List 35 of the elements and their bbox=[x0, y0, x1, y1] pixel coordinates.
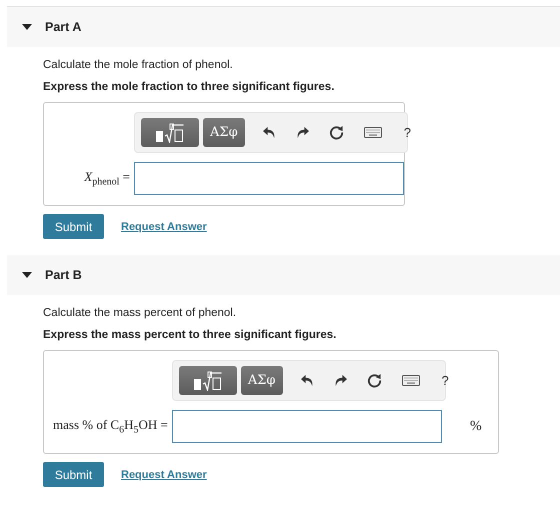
answer-field[interactable] bbox=[134, 162, 404, 195]
redo-icon[interactable] bbox=[334, 374, 347, 387]
answer-label: X$_{phenol}$ = bbox=[84, 169, 130, 188]
instruction-text: Express the mass percent to three significant figures. bbox=[43, 329, 338, 341]
part-header[interactable]: Part A bbox=[7, 7, 560, 47]
collapse-triangle-icon[interactable] bbox=[22, 272, 32, 278]
template-icon bbox=[155, 122, 185, 142]
answer-field[interactable] bbox=[172, 410, 442, 443]
help-button[interactable]: ? bbox=[404, 125, 411, 140]
unit-label: % bbox=[470, 418, 482, 434]
submit-button[interactable]: Submit bbox=[43, 214, 104, 239]
redo-icon[interactable] bbox=[296, 126, 309, 139]
instruction-text: Express the mole fraction to three significant figures. bbox=[43, 81, 336, 93]
symbols-button[interactable]: ΑΣφ bbox=[240, 366, 283, 395]
part-title: Part B bbox=[45, 268, 82, 282]
request-answer-link[interactable]: Request Answer bbox=[121, 220, 207, 232]
request-answer-link[interactable]: Request Answer bbox=[121, 468, 207, 480]
keyboard-icon[interactable] bbox=[402, 375, 420, 386]
reset-icon[interactable] bbox=[366, 373, 382, 388]
answer-label: mass % of C$_{6}$H$_{5}$OH = bbox=[53, 417, 168, 436]
question-text: Calculate the mass percent of phenol. bbox=[43, 307, 238, 319]
template-icon bbox=[192, 370, 223, 390]
template-button[interactable] bbox=[178, 366, 237, 395]
question-text: Calculate the mole fraction of phenol. bbox=[43, 59, 234, 71]
reset-icon[interactable] bbox=[328, 125, 344, 140]
help-button[interactable]: ? bbox=[442, 373, 449, 388]
undo-icon[interactable] bbox=[262, 126, 276, 139]
keyboard-icon[interactable] bbox=[364, 127, 382, 138]
symbols-button[interactable]: ΑΣφ bbox=[203, 118, 245, 147]
undo-icon[interactable] bbox=[300, 374, 314, 387]
part-title: Part A bbox=[45, 20, 82, 34]
collapse-triangle-icon[interactable] bbox=[22, 24, 32, 30]
part-header[interactable]: Part B bbox=[7, 255, 560, 295]
template-button[interactable] bbox=[141, 118, 199, 147]
submit-button[interactable]: Submit bbox=[43, 462, 104, 487]
